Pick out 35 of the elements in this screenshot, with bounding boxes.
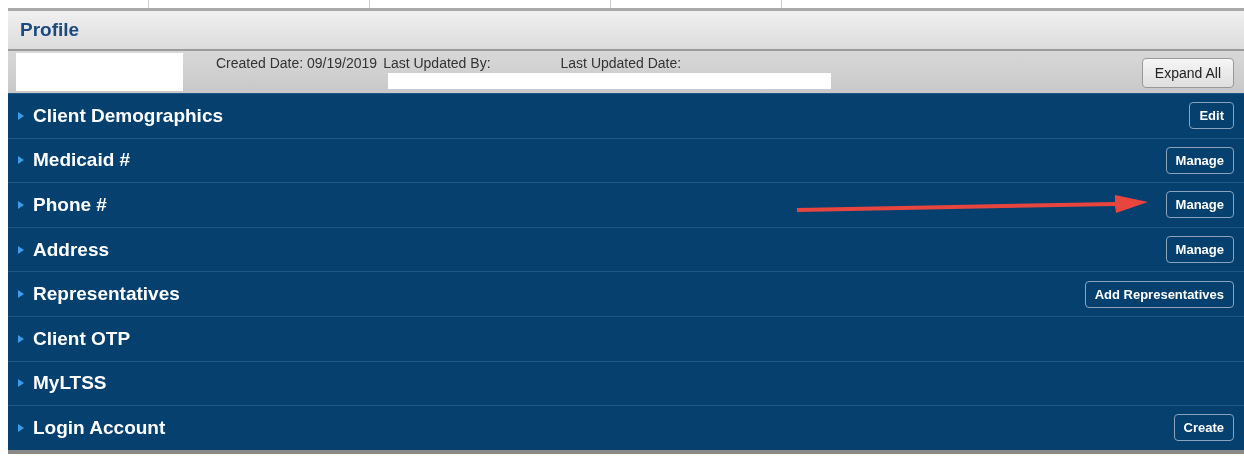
expand-arrow-icon [18,423,24,432]
created-date: Created Date: 09/19/2019 [216,55,378,73]
section-header[interactable]: Phone # Manage [8,182,1244,227]
expand-all-button[interactable]: Expand All [1141,58,1234,88]
expand-arrow-icon [18,245,24,254]
section-button[interactable]: Manage [1165,191,1234,219]
section-title: Address [33,238,110,261]
section-title: Phone # [33,194,107,216]
section-header[interactable]: Login Account Create [8,405,1244,450]
section-header[interactable]: Client OTP [8,315,1244,361]
section-button[interactable]: Edit [1189,102,1234,130]
last-updated-date: Last Updated Date: [560,55,682,73]
section-title: Medicaid # [33,149,131,172]
section-button[interactable]: Manage [1165,236,1234,264]
expand-arrow-icon [18,379,24,388]
expand-arrow-icon [18,290,24,299]
expand-arrow-icon [18,201,24,209]
section-header[interactable]: Medicaid # Manage [8,137,1244,183]
section-title: Client Demographics [33,104,224,127]
expand-arrow-icon [18,334,24,343]
section-title: MyLTSS [33,372,107,395]
section-title: Client OTP [33,327,131,350]
section-header[interactable]: Address Manage [8,226,1244,272]
section-button[interactable]: Manage [1165,146,1234,174]
last-updated-by: Last Updated By: [383,55,491,73]
section-title: Representatives [33,283,180,306]
section-title: Login Account [33,416,166,439]
section-header[interactable]: MyLTSS [8,360,1244,406]
panel-title: Profile [20,19,80,41]
section-header[interactable]: Client Demographics Edit [8,93,1244,138]
section-header[interactable]: Representatives Add Representatives [8,271,1244,316]
section-button[interactable]: Add Representatives [1084,280,1234,308]
expand-arrow-icon [18,111,24,120]
expand-arrow-icon [18,156,24,165]
section-button[interactable]: Create [1173,414,1234,442]
